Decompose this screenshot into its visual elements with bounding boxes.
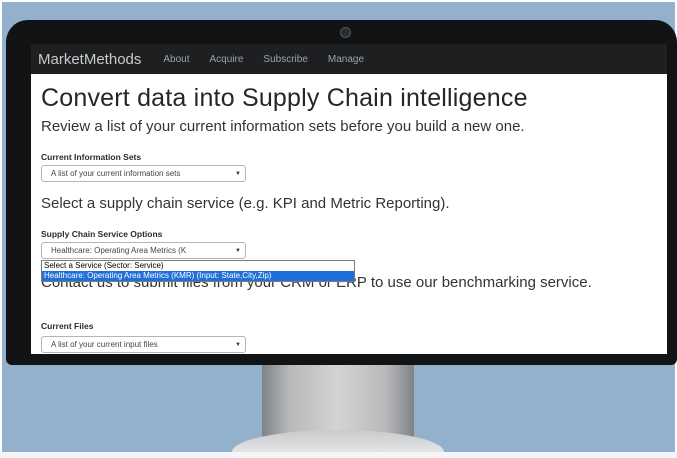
nav-subscribe[interactable]: Subscribe <box>263 54 307 65</box>
dropdown-option-selected[interactable]: Healthcare: Operating Area Metrics (KMR)… <box>42 271 354 281</box>
bottom-strip <box>0 452 677 458</box>
service-heading: Select a supply chain service (e.g. KPI … <box>41 195 450 212</box>
screen: MarketMethods About Acquire Subscribe Ma… <box>31 44 667 354</box>
dropdown-option[interactable]: Select a Service (Sector: Service) <box>42 261 354 271</box>
service-options-label: Supply Chain Service Options <box>41 229 163 239</box>
info-sets-label: Current Information Sets <box>41 152 142 162</box>
webcam-icon <box>340 27 351 38</box>
info-sets-value: A list of your current information sets <box>51 169 181 178</box>
current-files-select[interactable]: A list of your current input files ▼ <box>41 336 246 353</box>
chevron-down-icon: ▼ <box>235 341 241 348</box>
nav-acquire[interactable]: Acquire <box>210 54 244 65</box>
monitor-bezel: MarketMethods About Acquire Subscribe Ma… <box>6 20 677 365</box>
service-options-dropdown: Select a Service (Sector: Service) Healt… <box>41 260 355 282</box>
service-options-select[interactable]: Healthcare: Operating Area Metrics (K ▼ <box>41 242 246 259</box>
page-subtitle: Review a list of your current informatio… <box>41 118 525 135</box>
chevron-down-icon: ▼ <box>235 247 241 254</box>
info-sets-select[interactable]: A list of your current information sets … <box>41 165 246 182</box>
chevron-down-icon: ▼ <box>235 170 241 177</box>
current-files-value: A list of your current input files <box>51 340 158 349</box>
navbar: MarketMethods About Acquire Subscribe Ma… <box>31 44 667 74</box>
page-title: Convert data into Supply Chain intellige… <box>41 84 528 112</box>
service-options-value: Healthcare: Operating Area Metrics (K <box>51 246 187 255</box>
brand-link[interactable]: MarketMethods <box>38 51 141 68</box>
nav-manage[interactable]: Manage <box>328 54 364 65</box>
nav-about[interactable]: About <box>163 54 189 65</box>
current-files-label: Current Files <box>41 321 94 331</box>
